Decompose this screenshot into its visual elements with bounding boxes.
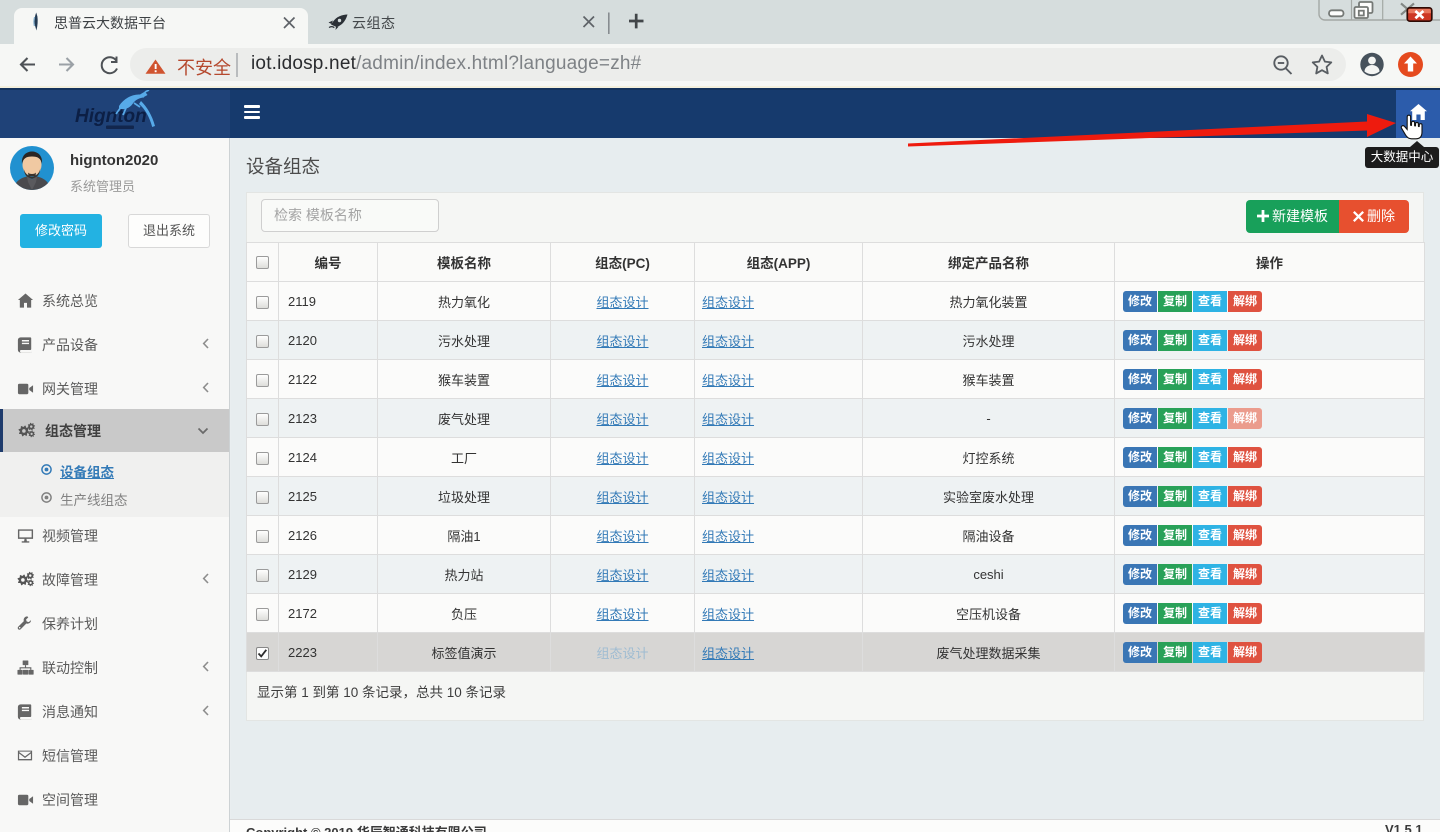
svg-text:Hignton: Hignton	[75, 106, 147, 127]
